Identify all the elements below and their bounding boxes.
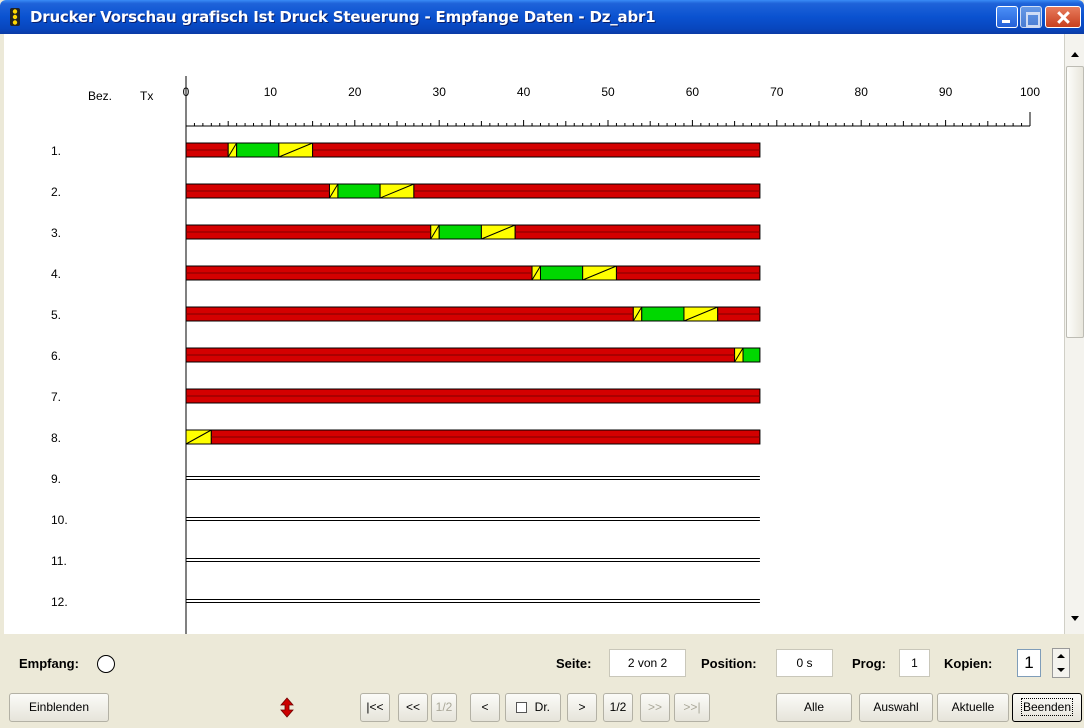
scroll-down-arrow-icon[interactable] (1066, 610, 1084, 628)
bez-label: Bez. (88, 89, 112, 103)
row-label: 8. (51, 431, 61, 445)
prog-value: 1 (899, 649, 930, 677)
preview-window: Drucker Vorschau grafisch Ist Druck Steu… (0, 0, 1084, 728)
row-label: 10. (51, 513, 68, 527)
position-label: Position: (701, 656, 757, 671)
row-label: 1. (51, 144, 61, 158)
title-bar[interactable]: Drucker Vorschau grafisch Ist Druck Steu… (0, 0, 1084, 34)
axis-tick-label: 90 (939, 85, 953, 99)
axis-tick-label: 10 (264, 85, 278, 99)
empfang-label: Empfang: (19, 656, 79, 671)
green-segment (742, 347, 761, 363)
axis-tick-label: 50 (601, 85, 615, 99)
traffic-light-icon (10, 8, 20, 26)
empfang-indicator-icon (97, 655, 115, 673)
einblenden-button[interactable]: Einblenden (9, 693, 109, 722)
druck-toggle[interactable]: Dr. (505, 693, 561, 722)
beenden-label: Beenden (1020, 698, 1074, 716)
position-value: 0 s (776, 649, 833, 677)
beenden-button[interactable]: Beenden (1012, 693, 1082, 722)
green-segment (438, 224, 482, 240)
row-label: 4. (51, 267, 61, 281)
dr-label: Dr. (534, 700, 550, 714)
vertical-scrollbar[interactable] (1064, 34, 1084, 634)
axis-tick-label: 30 (433, 85, 447, 99)
signal-rows: 1.2.3.4.5.6.7.8.9.10.11.12.13. (51, 142, 761, 609)
row-label: 9. (51, 472, 61, 486)
green-segment (539, 265, 584, 281)
tx-label: Tx (140, 89, 153, 103)
signal-timeline-chart: Bez. Tx 0 10 20 30 40 50 60 70 80 90 100 1. 2. 3. 4. 5… (51, 76, 1040, 634)
half-page-right-button[interactable]: 1/2 (603, 693, 633, 722)
prog-label: Prog: (852, 656, 886, 671)
green-segment (641, 306, 685, 322)
row-label: 6. (51, 349, 61, 363)
row-label: 3. (51, 226, 61, 240)
axis-tick-label: 60 (686, 85, 700, 99)
axis-tick-label: 80 (855, 85, 869, 99)
move-up-down-icon[interactable] (271, 693, 303, 722)
seite-value: 2 von 2 (609, 649, 686, 677)
green-segment (337, 183, 381, 199)
next-button[interactable]: > (567, 693, 597, 722)
axis-tick-label: 40 (517, 85, 531, 99)
scrollbar-thumb[interactable] (1066, 66, 1084, 338)
aktuelle-button[interactable]: Aktuelle (937, 693, 1009, 722)
kopien-spinner[interactable] (1052, 648, 1070, 678)
prev-page-button[interactable]: << (398, 693, 428, 722)
graphic-preview-area: Bez. Tx 0 10 20 30 40 50 60 70 80 90 100 1. 2. 3. 4. 5… (4, 34, 1064, 634)
half-page-left-button[interactable]: 1/2 (431, 693, 457, 722)
scroll-up-arrow-icon[interactable] (1066, 46, 1084, 64)
auswahl-button[interactable]: Auswahl (859, 693, 933, 722)
prev-button[interactable]: < (470, 693, 500, 722)
axis-tick-label: 100 (1020, 85, 1040, 99)
row-label: 5. (51, 308, 61, 322)
kopien-label: Kopien: (944, 656, 993, 671)
maximize-button[interactable] (1020, 6, 1042, 28)
axis-tick-label: 20 (348, 85, 362, 99)
kopien-input[interactable]: 1 (1017, 649, 1041, 677)
axis-tick-label: 0 (183, 85, 190, 99)
first-page-button[interactable]: |<< (360, 693, 390, 722)
row-label: 12. (51, 595, 68, 609)
row-label: 2. (51, 185, 61, 199)
minimize-button[interactable] (996, 6, 1018, 28)
green-segment (236, 142, 280, 158)
row-label: 7. (51, 390, 61, 404)
close-button[interactable] (1045, 6, 1081, 28)
seite-label: Seite: (556, 656, 592, 671)
row-label: 11. (51, 554, 67, 568)
last-page-button[interactable]: >>| (674, 693, 710, 722)
axis-tick-label: 70 (770, 85, 784, 99)
window-title: Drucker Vorschau grafisch Ist Druck Steu… (30, 8, 656, 26)
alle-button[interactable]: Alle (776, 693, 852, 722)
dr-checkbox[interactable] (516, 702, 527, 713)
next-page-button[interactable]: >> (640, 693, 670, 722)
